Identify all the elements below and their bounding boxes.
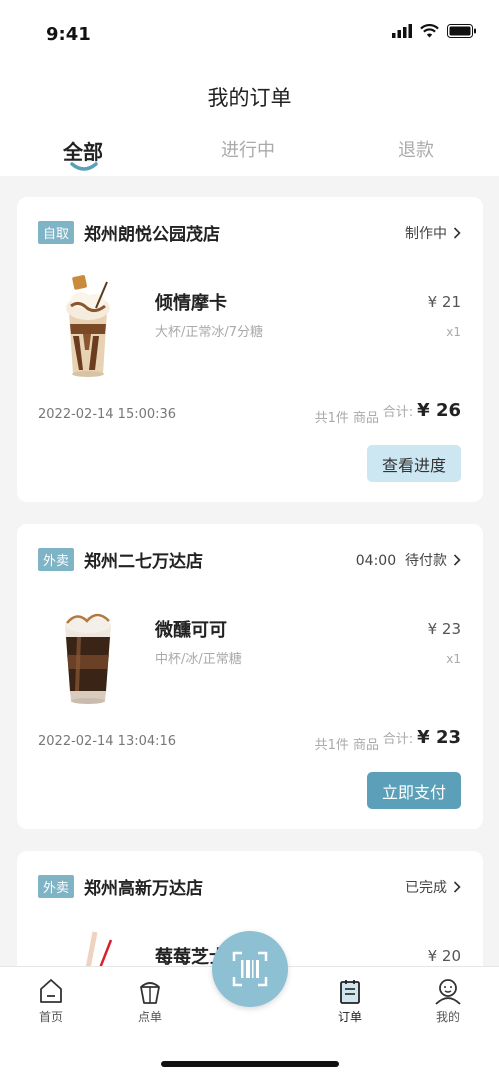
tabbar-item-menu[interactable]: 点单 — [120, 977, 180, 1025]
tab-refund[interactable]: 退款 — [398, 136, 434, 162]
product-spec: 大杯/正常冰/7分糖 — [155, 325, 264, 340]
order-type-tag: 自取 — [38, 221, 75, 244]
order-time: 2022-02-14 15:00:36 — [38, 407, 177, 422]
product-name: 微醺可可 — [155, 620, 227, 641]
order-type-tag: 外卖 — [38, 875, 75, 898]
tab-in-progress[interactable]: 进行中 — [221, 136, 275, 162]
item-count: 共1件 商品 — [314, 411, 379, 426]
order-list: 自取 郑州朗悦公园茂店 制作中 倾情摩卡 大杯/正常冰/7分糖 ¥ 21 x1 … — [0, 176, 499, 966]
item-count: 共1件 商品 — [314, 738, 379, 753]
product-name: 倾情摩卡 — [155, 293, 227, 314]
store-name: 郑州二七万达店 — [84, 552, 204, 572]
cup-icon — [140, 982, 160, 1004]
product-quantity: x1 — [446, 325, 461, 339]
tab-indicator — [70, 162, 98, 171]
product-price: ¥ 23 — [427, 620, 461, 638]
product-price: ¥ 21 — [427, 293, 461, 311]
order-type-tag: 外卖 — [38, 548, 75, 571]
status-time: 9:41 — [46, 24, 91, 45]
store-name: 郑州高新万达店 — [84, 879, 204, 899]
pay-now-button[interactable]: 立即支付 — [366, 772, 461, 809]
navigation-bar: 我的订单 — [0, 62, 499, 128]
order-total: 合计: ¥ 23 — [382, 727, 461, 748]
chevron-right-icon — [453, 881, 461, 893]
cocoa-drink-image — [65, 613, 111, 704]
order-total: 合计: ¥ 26 — [382, 400, 461, 421]
page-title: 我的订单 — [207, 86, 292, 110]
tabbar-item-home[interactable]: 首页 — [21, 977, 81, 1025]
battery-icon — [447, 24, 476, 38]
chevron-right-icon — [453, 227, 461, 239]
tabbar-item-orders[interactable]: 订单 — [320, 977, 380, 1025]
scan-button[interactable] — [212, 931, 288, 1007]
status-bar: 9:41 — [0, 0, 499, 62]
order-time: 2022-02-14 13:04:16 — [38, 734, 177, 749]
store-name: 郑州朗悦公园茂店 — [84, 225, 221, 245]
chevron-right-icon — [453, 554, 461, 566]
profile-icon — [435, 979, 461, 1005]
product-quantity: x1 — [446, 652, 461, 666]
tab-all[interactable]: 全部 — [63, 136, 103, 165]
view-progress-button[interactable]: 查看进度 — [366, 445, 461, 482]
strawberry-drink-image — [85, 931, 113, 966]
wifi-icon — [420, 24, 439, 38]
order-status[interactable]: 已完成 — [405, 877, 461, 897]
order-status[interactable]: 04:00 待付款 — [356, 550, 461, 570]
mocha-drink-image — [66, 275, 110, 377]
scan-icon — [232, 951, 268, 987]
tabbar-item-profile[interactable]: 我的 — [418, 977, 478, 1025]
home-indicator — [161, 1061, 339, 1067]
product-spec: 中杯/冰/正常糖 — [155, 652, 242, 667]
signal-icon — [392, 24, 412, 38]
order-icon — [340, 980, 360, 1004]
product-price: ¥ 20 — [427, 947, 461, 965]
order-tabs: 全部 进行中 退款 — [0, 128, 499, 176]
order-card[interactable]: 自取 郑州朗悦公园茂店 制作中 倾情摩卡 大杯/正常冰/7分糖 ¥ 21 x1 … — [17, 197, 483, 502]
order-status[interactable]: 制作中 — [405, 223, 461, 243]
order-card[interactable]: 外卖 郑州二七万达店 04:00 待付款 微醺可可 中杯/冰/正常糖 ¥ 23 … — [17, 524, 483, 829]
home-icon — [40, 979, 62, 1003]
